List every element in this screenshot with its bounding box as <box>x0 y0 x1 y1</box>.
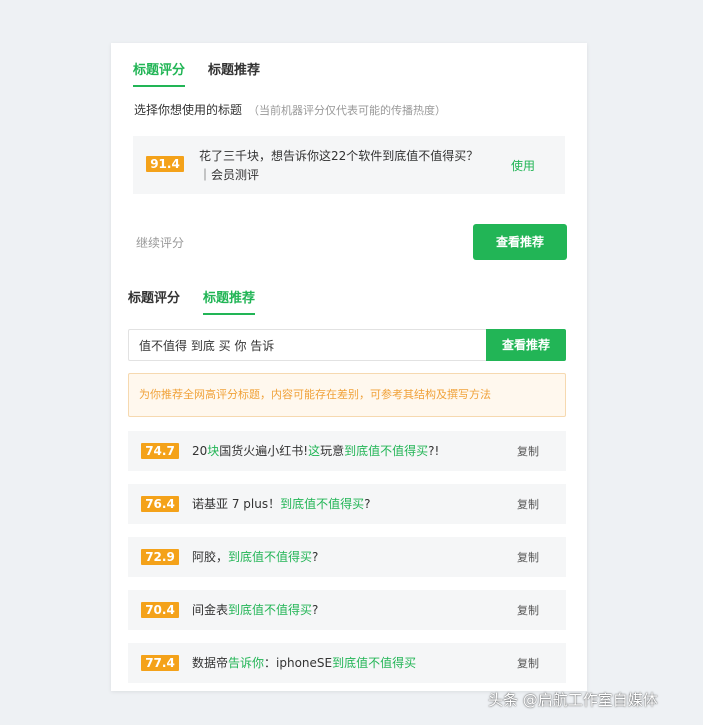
select-title-prompt: 选择你想使用的标题 （当前机器评分仅代表可能的传播热度） <box>134 101 446 118</box>
title-fragment: 玩意 <box>320 444 345 458</box>
title-fragment: ：iphoneSE <box>264 656 333 670</box>
use-title-link[interactable]: 使用 <box>511 157 535 174</box>
copy-button[interactable]: 复制 <box>517 431 539 473</box>
recommendation-title: 阿胶，到底值不值得买? <box>192 537 318 577</box>
tab-title-score[interactable]: 标题评分 <box>133 59 186 87</box>
tab-title-recommend[interactable]: 标题推荐 <box>208 59 260 87</box>
recommendation-item: 76.4 诺基亚 7 plus！到底值不值得买? 复制 <box>128 484 566 524</box>
title-tool-card: 标题评分 标题推荐 选择你想使用的标题 （当前机器评分仅代表可能的传播热度） 91… <box>111 43 587 691</box>
score-badge: 70.4 <box>141 602 179 618</box>
keyword-highlight: 到底值不值得买 <box>332 656 417 670</box>
copy-button[interactable]: 复制 <box>517 484 539 526</box>
copy-button[interactable]: 复制 <box>517 537 539 579</box>
score-badge: 76.4 <box>141 496 179 512</box>
title-fragment: ? <box>312 550 319 564</box>
selected-title-row: 91.4 花了三千块，想告诉你这22个软件到底值不值得买？｜会员测评 使用 <box>133 136 565 194</box>
score-badge: 72.9 <box>141 549 179 565</box>
notice-banner: 为你推荐全网高评分标题，内容可能存在差别，可参考其结构及撰写方法 <box>128 373 566 417</box>
second-tabs: 标题评分 标题推荐 <box>128 287 256 315</box>
tab-title-recommend-2[interactable]: 标题推荐 <box>203 287 256 315</box>
recommendation-title: 数据帝告诉你：iphoneSE到底值不值得买 <box>192 643 416 683</box>
select-prompt-text: 选择你想使用的标题 <box>134 103 243 117</box>
title-fragment: ? <box>312 603 319 617</box>
recommendation-title: 诺基亚 7 plus！到底值不值得买? <box>192 484 370 524</box>
continue-score-label[interactable]: 继续评分 <box>136 234 184 251</box>
watermark-text: 头条 @启航工作室自媒体 <box>488 691 658 709</box>
keyword-highlight: 到底值不值得买 <box>228 603 313 617</box>
title-fragment: 诺基亚 7 plus！ <box>192 497 281 511</box>
tab-title-score-2[interactable]: 标题评分 <box>128 287 180 315</box>
title-fragment: 数据帝 <box>192 656 229 670</box>
keyword-highlight: 到底值不值得买 <box>344 444 429 458</box>
copy-button[interactable]: 复制 <box>517 590 539 632</box>
score-badge: 74.7 <box>141 443 179 459</box>
recommendation-title: 间金表到底值不值得买? <box>192 590 318 630</box>
recommendation-item: 72.9 阿胶，到底值不值得买? 复制 <box>128 537 566 577</box>
title-fragment: 间金表 <box>192 603 229 617</box>
recommendation-item: 70.4 间金表到底值不值得买? 复制 <box>128 590 566 630</box>
keyword-highlight: 到底值不值得买 <box>280 497 365 511</box>
select-hint-text: （当前机器评分仅代表可能的传播热度） <box>248 104 447 117</box>
keyword-input[interactable] <box>129 330 485 360</box>
score-badge: 77.4 <box>141 655 179 671</box>
keyword-highlight: 这 <box>308 444 321 458</box>
title-fragment: 国货火遍小红书! <box>219 444 309 458</box>
top-tabs: 标题评分 标题推荐 <box>133 59 260 87</box>
recommendation-list: 74.7 20块国货火遍小红书!这玩意到底值不值得买?! 复制 76.4 诺基亚 7 p… <box>128 431 566 696</box>
view-recommend-button[interactable]: 查看推荐 <box>473 224 567 260</box>
search-recommend-button[interactable]: 查看推荐 <box>486 329 566 361</box>
keyword-highlight: 到底值不值得买 <box>228 550 313 564</box>
keyword-highlight: 块 <box>207 444 220 458</box>
title-fragment: ? <box>364 497 371 511</box>
keyword-search: 查看推荐 <box>128 329 566 361</box>
keyword-highlight: 告诉你 <box>228 656 265 670</box>
title-fragment: ?! <box>428 444 440 458</box>
recommendation-item: 74.7 20块国货火遍小红书!这玩意到底值不值得买?! 复制 <box>128 431 566 471</box>
title-fragment: 阿胶， <box>192 550 229 564</box>
copy-button[interactable]: 复制 <box>517 643 539 685</box>
score-badge: 91.4 <box>146 156 184 172</box>
recommendation-item: 77.4 数据帝告诉你：iphoneSE到底值不值得买 复制 <box>128 643 566 683</box>
title-fragment: 20 <box>192 444 208 458</box>
selected-title-text: 花了三千块，想告诉你这22个软件到底值不值得买？｜会员测评 <box>199 149 479 182</box>
recommendation-title: 20块国货火遍小红书!这玩意到底值不值得买?! <box>192 431 439 471</box>
